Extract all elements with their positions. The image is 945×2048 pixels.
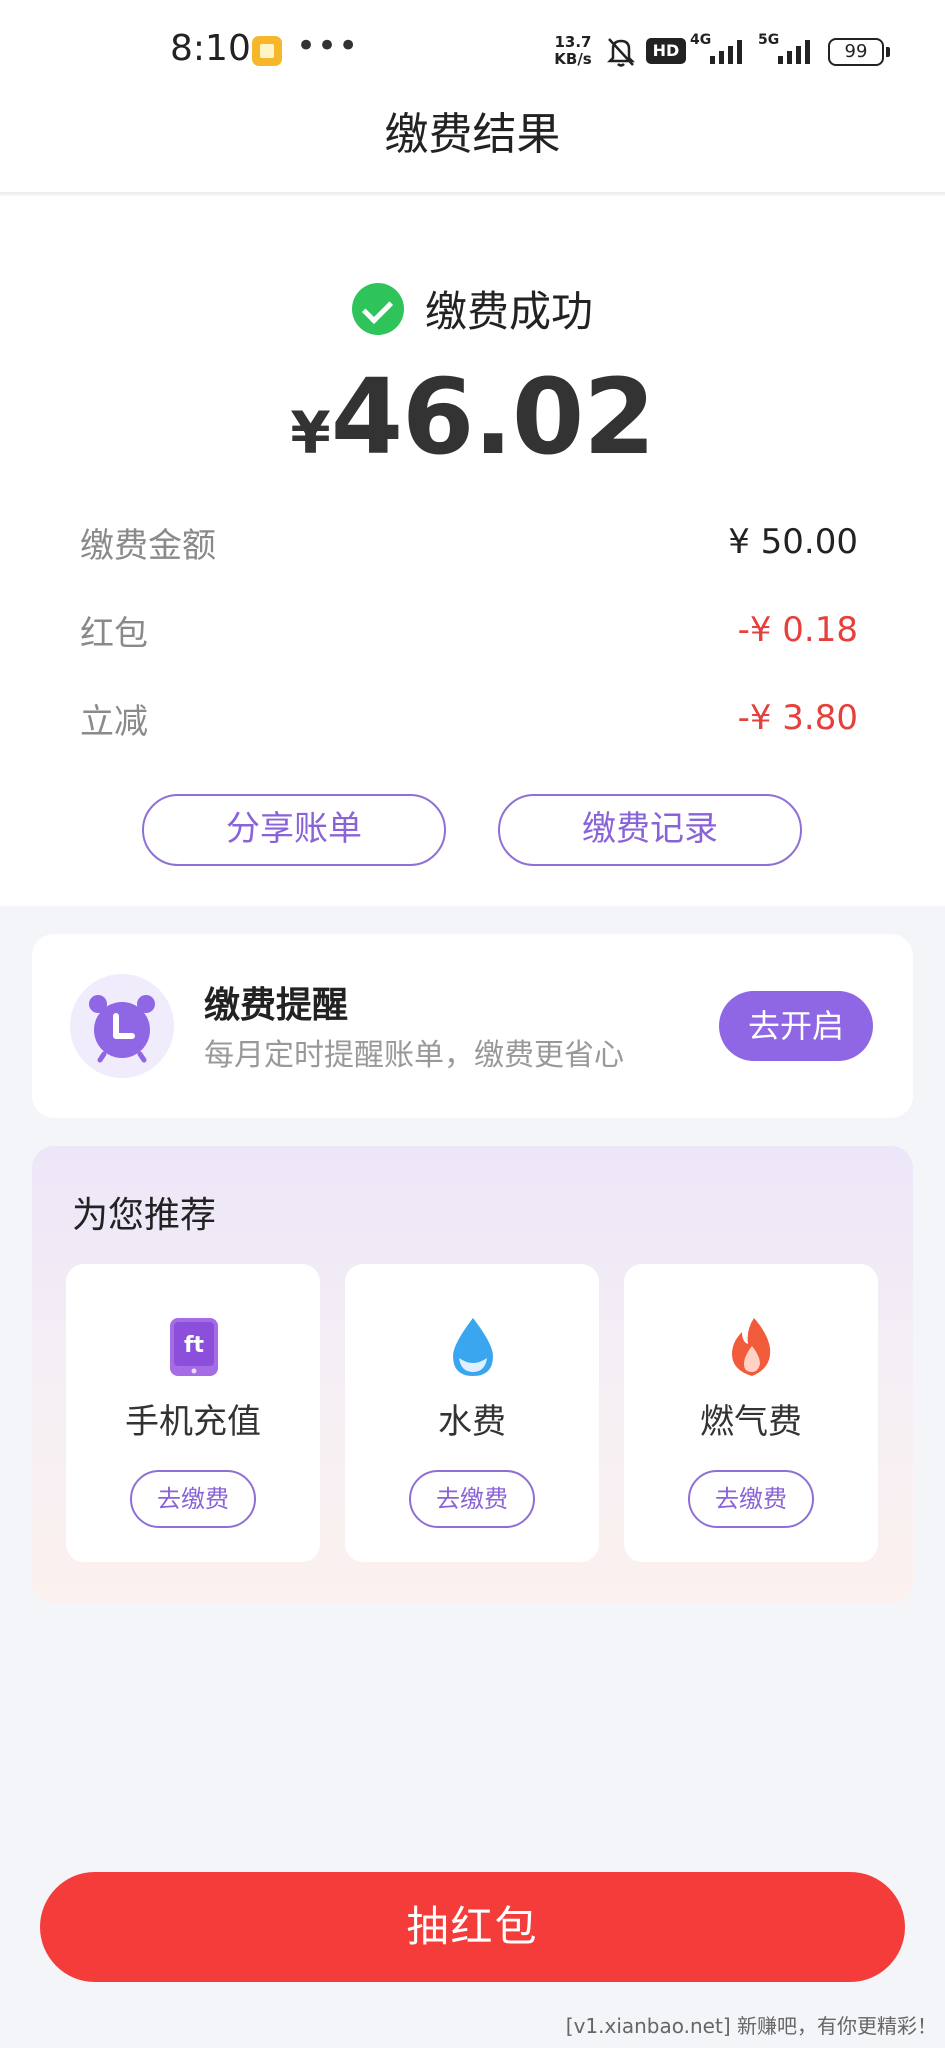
check-circle-icon [351, 282, 404, 335]
detail-row-red-packet: 红包 -¥ 0.18 [80, 606, 858, 656]
detail-row-instant-discount: 立减 -¥ 3.80 [80, 694, 858, 744]
status-bar: 8:10 ••• 13.7 KB/s HD 4G 5G 99 [0, 0, 945, 104]
network-speed: 13.7 KB/s [550, 34, 596, 68]
flame-icon [732, 1318, 771, 1376]
success-status: 缴费成功 [0, 278, 945, 336]
enable-reminder-button[interactable]: 去开启 [719, 991, 873, 1061]
currency-symbol: ¥ [290, 399, 331, 467]
mute-bell-icon [606, 38, 636, 67]
hd-voice-icon: HD [646, 38, 686, 64]
reminder-subtitle: 每月定时提醒账单，缴费更省心 [204, 1038, 624, 1073]
water-drop-icon [453, 1318, 493, 1376]
recommend-item-label: 手机充值 [125, 1402, 261, 1442]
battery-icon: 99 [828, 38, 890, 66]
recommend-item-label: 燃气费 [700, 1402, 802, 1442]
payment-result-card: 缴费成功 ¥46.02 缴费金额 ¥ 50.00 红包 -¥ 0.18 立减 -… [0, 196, 945, 906]
payment-reminder-card: 缴费提醒 每月定时提醒账单，缴费更省心 去开启 [32, 934, 913, 1118]
recommend-panel: 为您推荐 ft 手机充值 去缴费 水费 去缴费 燃气费 去缴费 [32, 1146, 913, 1604]
signal-4g-icon [710, 40, 742, 64]
detail-value: -¥ 3.80 [737, 698, 858, 738]
payment-records-button[interactable]: 缴费记录 [498, 794, 802, 866]
recommend-title: 为您推荐 [72, 1195, 217, 1236]
detail-row-payment-amount: 缴费金额 ¥ 50.00 [80, 518, 858, 568]
detail-value: -¥ 0.18 [737, 610, 858, 650]
detail-value: ¥ 50.00 [728, 522, 858, 562]
detail-label: 红包 [80, 614, 148, 654]
recommend-item-gas[interactable]: 燃气费 去缴费 [624, 1264, 878, 1562]
detail-label: 缴费金额 [80, 526, 216, 566]
reminder-title: 缴费提醒 [204, 985, 349, 1026]
recommend-item-phone-recharge[interactable]: ft 手机充值 去缴费 [66, 1264, 320, 1562]
svg-text:ft: ft [184, 1333, 205, 1358]
network-speed-unit: KB/s [554, 50, 592, 68]
recommend-item-water[interactable]: 水费 去缴费 [345, 1264, 599, 1562]
reminder-icon-background [70, 974, 174, 1078]
go-pay-button[interactable]: 去缴费 [688, 1470, 814, 1528]
go-pay-button[interactable]: 去缴费 [409, 1470, 535, 1528]
signal-5g-icon [778, 40, 810, 64]
header: 缴费结果 [0, 104, 945, 194]
notes-app-icon [252, 36, 282, 66]
success-text: 缴费成功 [425, 287, 594, 336]
status-time: 8:10 [170, 28, 251, 69]
share-bill-button[interactable]: 分享账单 [142, 794, 446, 866]
paid-amount: ¥46.02 [0, 356, 945, 478]
alarm-clock-icon [89, 995, 155, 1063]
watermark-text: [v1.xianbao.net] 新赚吧，有你更精彩！ [565, 2014, 937, 2038]
go-pay-button[interactable]: 去缴费 [130, 1470, 256, 1528]
network-speed-value: 13.7 [554, 33, 592, 51]
draw-red-packet-button[interactable]: 抽红包 [40, 1872, 905, 1982]
detail-label: 立减 [80, 702, 148, 742]
page-title: 缴费结果 [384, 109, 561, 160]
recommend-item-label: 水费 [438, 1402, 506, 1442]
phone-recharge-icon: ft [170, 1318, 218, 1376]
more-notifications-icon: ••• [296, 26, 360, 66]
amount-value: 46.02 [330, 356, 656, 478]
